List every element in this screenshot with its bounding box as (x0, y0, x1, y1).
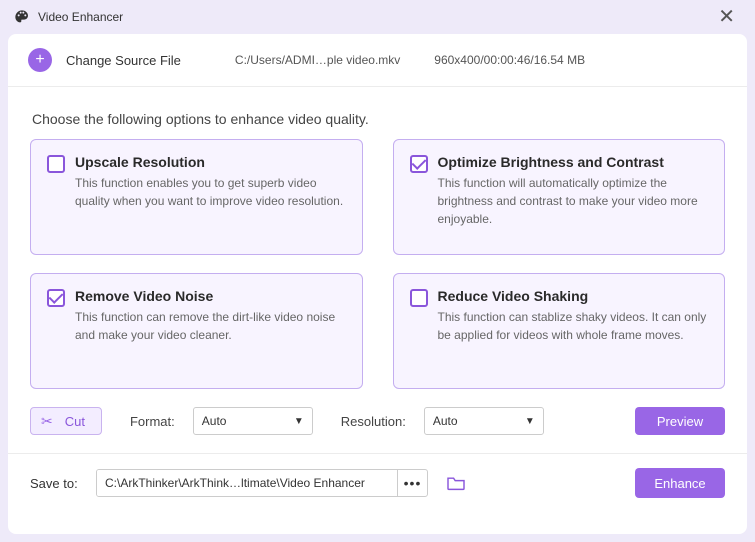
checkbox-brightness[interactable] (410, 155, 428, 173)
preview-button[interactable]: Preview (635, 407, 725, 435)
option-desc: This function can stablize shaky videos.… (438, 308, 709, 344)
option-title: Optimize Brightness and Contrast (438, 154, 709, 170)
cut-label: Cut (65, 414, 85, 429)
options-grid: Upscale Resolution This function enables… (8, 139, 747, 389)
format-select[interactable]: Auto ▼ (193, 407, 313, 435)
change-source-link[interactable]: Change Source File (66, 53, 181, 68)
option-upscale-resolution[interactable]: Upscale Resolution This function enables… (30, 139, 363, 255)
cut-button[interactable]: ✂ Cut (30, 407, 102, 435)
more-button[interactable]: ••• (397, 470, 427, 496)
format-label: Format: (130, 414, 175, 429)
window-title: Video Enhancer (38, 10, 123, 24)
titlebar: Video Enhancer ✕ (0, 0, 755, 34)
enhance-button[interactable]: Enhance (635, 468, 725, 498)
chevron-down-icon: ▼ (525, 416, 535, 427)
option-desc: This function can remove the dirt-like v… (75, 308, 346, 344)
checkbox-shaking[interactable] (410, 289, 428, 307)
option-title: Remove Video Noise (75, 288, 346, 304)
source-row: + Change Source File C:/Users/ADMI…ple v… (8, 34, 747, 87)
palette-icon (14, 9, 30, 25)
source-path: C:/Users/ADMI…ple video.mkv (235, 53, 400, 67)
open-folder-button[interactable] (446, 475, 466, 491)
option-reduce-shaking[interactable]: Reduce Video Shaking This function can s… (393, 273, 726, 389)
source-meta: 960x400/00:00:46/16.54 MB (434, 53, 585, 67)
resolution-select[interactable]: Auto ▼ (424, 407, 544, 435)
option-desc: This function enables you to get superb … (75, 174, 346, 210)
scissors-icon: ✂ (41, 413, 53, 430)
option-title: Reduce Video Shaking (438, 288, 709, 304)
save-to-label: Save to: (30, 476, 86, 491)
option-remove-noise[interactable]: Remove Video Noise This function can rem… (30, 273, 363, 389)
close-icon[interactable]: ✕ (712, 7, 741, 27)
checkbox-upscale[interactable] (47, 155, 65, 173)
add-source-button[interactable]: + (28, 48, 52, 72)
save-row: Save to: ••• Enhance (8, 454, 747, 512)
option-title: Upscale Resolution (75, 154, 346, 170)
save-path-input[interactable] (97, 470, 397, 496)
option-optimize-brightness[interactable]: Optimize Brightness and Contrast This fu… (393, 139, 726, 255)
resolution-value: Auto (433, 414, 458, 428)
controls-row: ✂ Cut Format: Auto ▼ Resolution: Auto ▼ … (8, 389, 747, 435)
format-value: Auto (202, 414, 227, 428)
option-desc: This function will automatically optimiz… (438, 174, 709, 228)
instruction-text: Choose the following options to enhance … (8, 87, 747, 139)
checkbox-noise[interactable] (47, 289, 65, 307)
folder-icon (446, 475, 466, 491)
main-card: + Change Source File C:/Users/ADMI…ple v… (8, 34, 747, 534)
resolution-label: Resolution: (341, 414, 406, 429)
chevron-down-icon: ▼ (294, 416, 304, 427)
save-path-box: ••• (96, 469, 428, 497)
